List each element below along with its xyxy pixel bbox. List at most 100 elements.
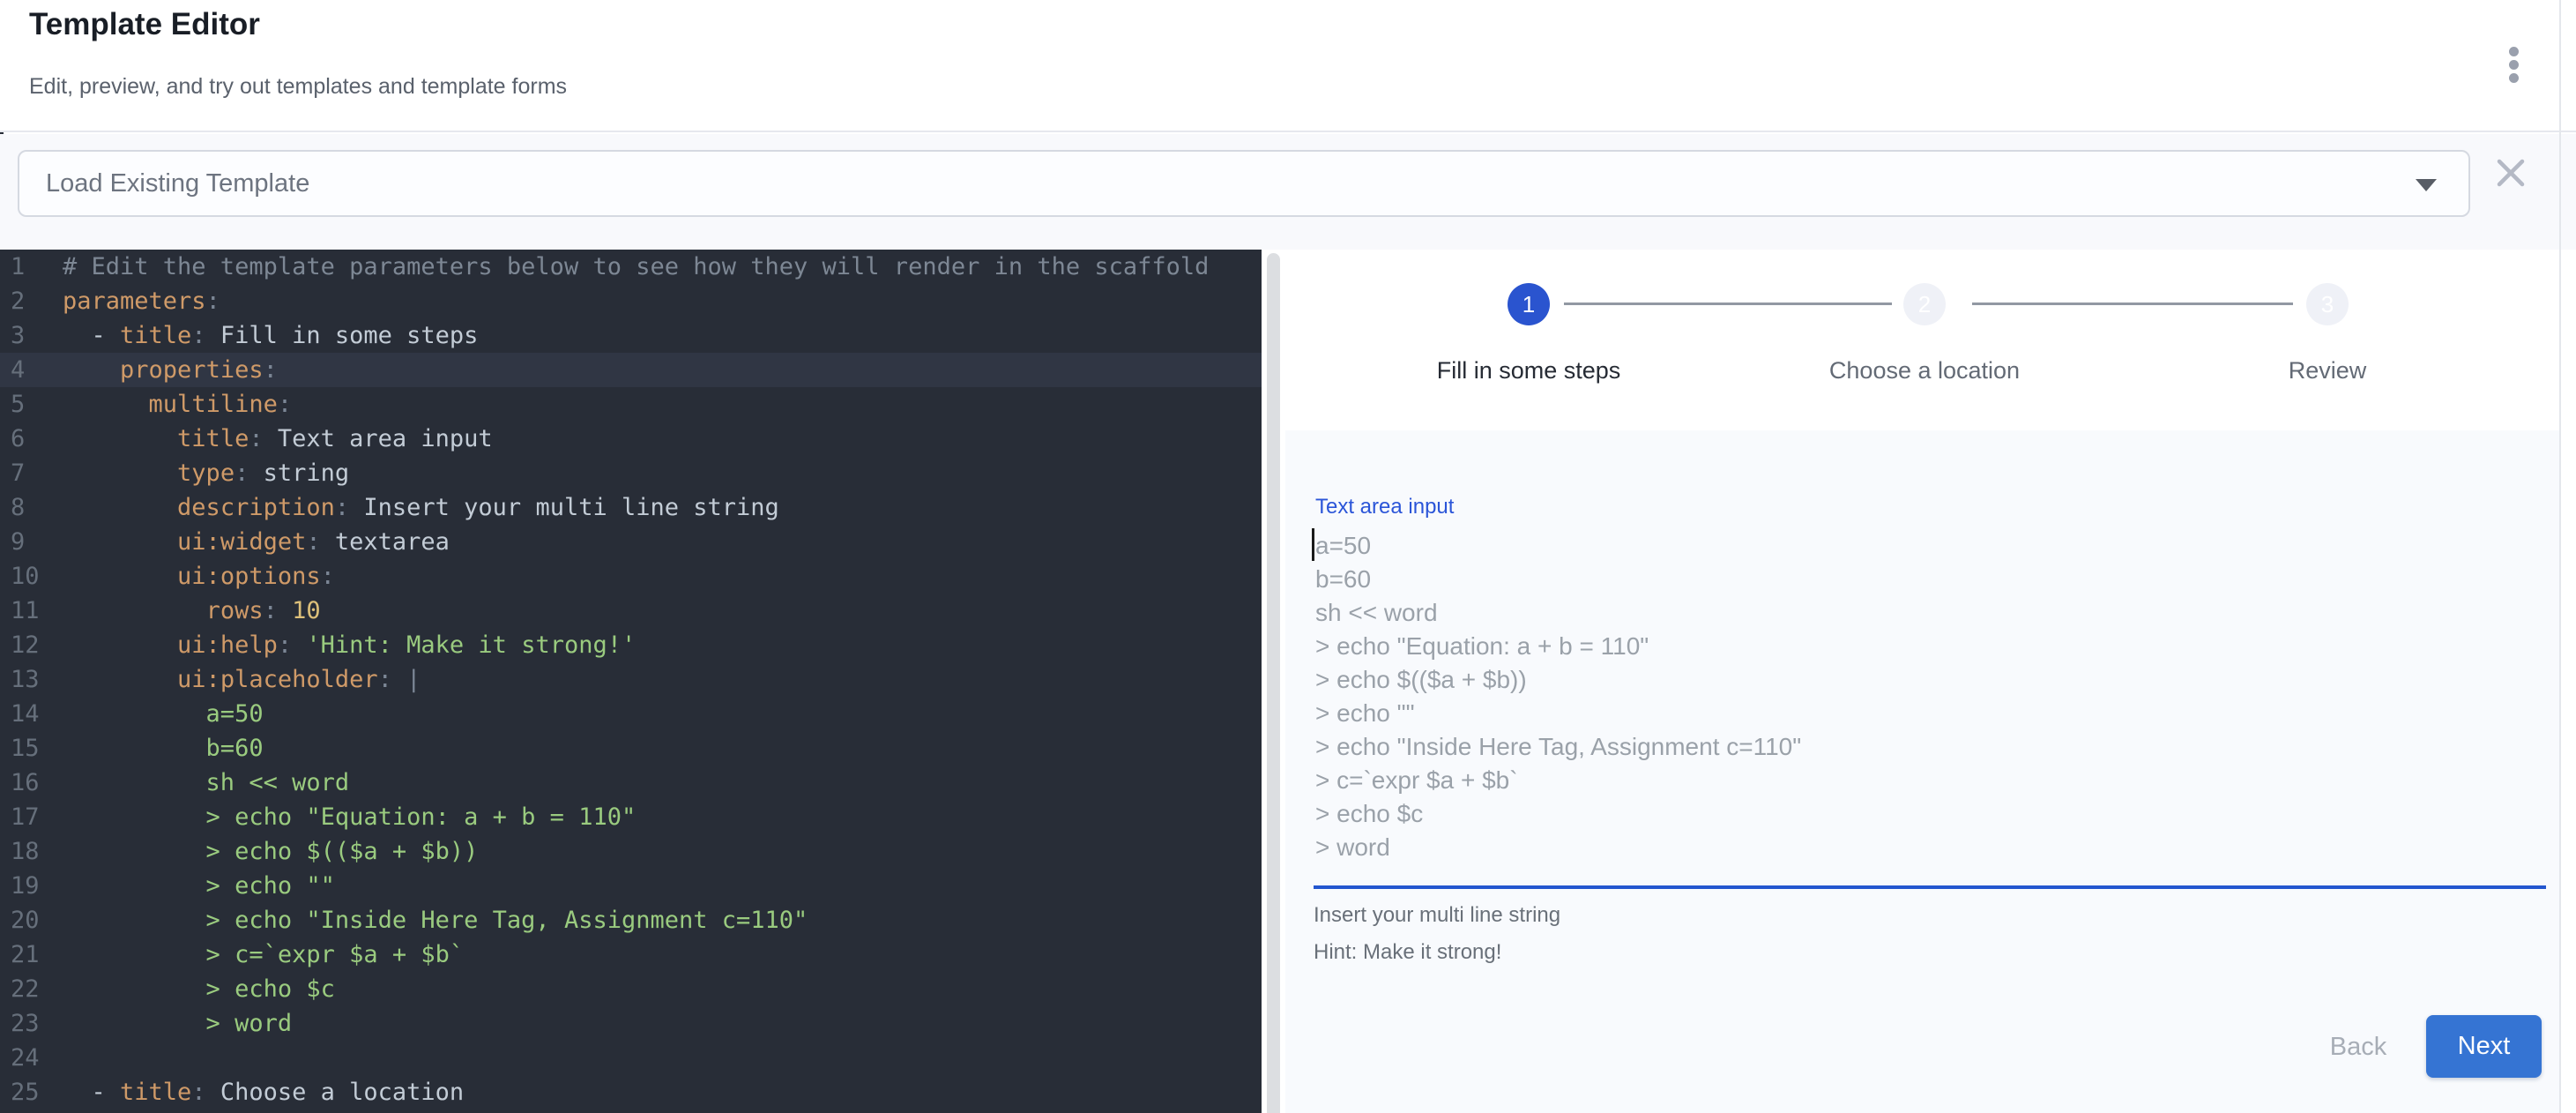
code-text: > c=`expr $a + $b` — [63, 937, 1262, 972]
code-line[interactable]: 20 > echo "Inside Here Tag, Assignment c… — [0, 903, 1262, 937]
code-lines: 1# Edit the template parameters below to… — [0, 250, 1262, 1109]
stepper-connector-1 — [1564, 303, 1892, 305]
code-text: rows: 10 — [63, 594, 1262, 628]
line-number: 6 — [0, 422, 63, 456]
code-text: > echo $c — [63, 972, 1262, 1006]
code-text: description: Insert your multi line stri… — [63, 490, 1262, 525]
load-template-select-value: Load Existing Template — [46, 152, 309, 215]
code-line[interactable]: 2parameters: — [0, 284, 1262, 318]
close-icon — [2491, 153, 2530, 192]
textarea-field-label: Text area input — [1315, 495, 1454, 519]
code-line[interactable]: 10 ui:options: — [0, 559, 1262, 594]
code-text: > word — [63, 1006, 1262, 1041]
line-number: 13 — [0, 662, 63, 697]
code-text: > echo "Inside Here Tag, Assignment c=11… — [63, 903, 1262, 937]
stepper-step-1-circle[interactable]: 1 — [1508, 283, 1550, 325]
stepper-step-2-circle[interactable]: 2 — [1903, 283, 1946, 325]
code-line[interactable]: 14 a=50 — [0, 697, 1262, 731]
window-right-edge — [2559, 0, 2561, 1113]
code-text: type: string — [63, 456, 1262, 490]
more-options-button[interactable] — [2490, 35, 2537, 93]
code-line[interactable]: 13 ui:placeholder: | — [0, 662, 1262, 697]
code-line[interactable]: 19 > echo "" — [0, 869, 1262, 903]
stepper-step-3-label: Review — [2289, 357, 2367, 385]
code-line[interactable]: 16 sh << word — [0, 766, 1262, 800]
chevron-down-icon — [2416, 179, 2437, 191]
code-line[interactable]: 5 multiline: — [0, 387, 1262, 422]
code-line[interactable]: 12 ui:help: 'Hint: Make it strong!' — [0, 628, 1262, 662]
code-text: ui:widget: textarea — [63, 525, 1262, 559]
yaml-code-editor[interactable]: 1# Edit the template parameters below to… — [0, 250, 1262, 1113]
code-line[interactable]: 17 > echo "Equation: a + b = 110" — [0, 800, 1262, 834]
page-header: Template Editor Edit, preview, and try o… — [0, 0, 2576, 132]
line-number: 20 — [0, 903, 63, 937]
line-number: 14 — [0, 697, 63, 731]
code-text: # Edit the template parameters below to … — [63, 250, 1262, 284]
multiline-textarea-input[interactable]: a=50 b=60 sh << word > echo "Equation: a… — [1315, 529, 2546, 878]
code-text: > echo "" — [63, 869, 1262, 903]
stepper-step-3-circle[interactable]: 3 — [2306, 283, 2349, 325]
code-text: - title: Fill in some steps — [63, 318, 1262, 353]
code-text: ui:placeholder: | — [63, 662, 1262, 697]
code-line[interactable]: 6 title: Text area input — [0, 422, 1262, 456]
template-loader-row: Load Existing Template — [0, 134, 2576, 250]
line-number: 9 — [0, 525, 63, 559]
code-text: sh << word — [63, 766, 1262, 800]
template-preview-panel: 1 2 3 Fill in some steps Choose a locati… — [1285, 250, 2559, 1113]
code-text: ui:help: 'Hint: Make it strong!' — [63, 628, 1262, 662]
code-text: parameters: — [63, 284, 1262, 318]
code-line[interactable]: 21 > c=`expr $a + $b` — [0, 937, 1262, 972]
line-number: 17 — [0, 800, 63, 834]
stepper-step-1-label: Fill in some steps — [1437, 357, 1621, 385]
code-line[interactable]: 24 — [0, 1041, 1262, 1075]
code-line[interactable]: 11 rows: 10 — [0, 594, 1262, 628]
field-description: Insert your multi line string — [1314, 903, 1560, 928]
line-number: 22 — [0, 972, 63, 1006]
stepper-step-2-label: Choose a location — [1829, 357, 2020, 385]
code-line[interactable]: 8 description: Insert your multi line st… — [0, 490, 1262, 525]
code-text: > echo $(($a + $b)) — [63, 834, 1262, 869]
line-number: 8 — [0, 490, 63, 525]
code-line[interactable]: 9 ui:widget: textarea — [0, 525, 1262, 559]
line-number: 2 — [0, 284, 63, 318]
line-number: 10 — [0, 559, 63, 594]
code-line[interactable]: 7 type: string — [0, 456, 1262, 490]
kebab-menu-icon — [2509, 47, 2519, 83]
code-line[interactable]: 4 properties: — [0, 353, 1262, 387]
line-number: 15 — [0, 731, 63, 766]
line-number: 7 — [0, 456, 63, 490]
text-cursor — [1312, 528, 1314, 561]
code-text: > echo "Equation: a + b = 110" — [63, 800, 1262, 834]
code-text: title: Text area input — [63, 422, 1262, 456]
code-text: a=50 — [63, 697, 1262, 731]
line-number: 4 — [0, 353, 63, 387]
code-text: - title: Choose a location — [63, 1075, 1262, 1109]
line-number: 21 — [0, 937, 63, 972]
line-number: 18 — [0, 834, 63, 869]
pane-divider[interactable] — [1267, 253, 1280, 1113]
line-number: 25 — [0, 1075, 63, 1109]
line-number: 1 — [0, 250, 63, 284]
code-line[interactable]: 22 > echo $c — [0, 972, 1262, 1006]
line-number: 11 — [0, 594, 63, 628]
code-line[interactable]: 25 - title: Choose a location — [0, 1075, 1262, 1109]
page-subtitle: Edit, preview, and try out templates and… — [29, 74, 567, 100]
line-number: 12 — [0, 628, 63, 662]
code-text: ui:options: — [63, 559, 1262, 594]
code-line[interactable]: 18 > echo $(($a + $b)) — [0, 834, 1262, 869]
line-number: 19 — [0, 869, 63, 903]
back-button[interactable]: Back — [2310, 1021, 2407, 1072]
line-number: 24 — [0, 1041, 63, 1075]
clear-template-button[interactable] — [2491, 153, 2530, 192]
line-number: 23 — [0, 1006, 63, 1041]
code-line[interactable]: 15 b=60 — [0, 731, 1262, 766]
code-line[interactable]: 3 - title: Fill in some steps — [0, 318, 1262, 353]
line-number: 16 — [0, 766, 63, 800]
page-title: Template Editor — [29, 7, 260, 42]
code-line[interactable]: 23 > word — [0, 1006, 1262, 1041]
load-template-select[interactable]: Load Existing Template — [18, 150, 2470, 217]
textarea-focus-underline — [1314, 885, 2546, 889]
line-number: 3 — [0, 318, 63, 353]
code-line[interactable]: 1# Edit the template parameters below to… — [0, 250, 1262, 284]
next-button[interactable]: Next — [2426, 1015, 2542, 1078]
